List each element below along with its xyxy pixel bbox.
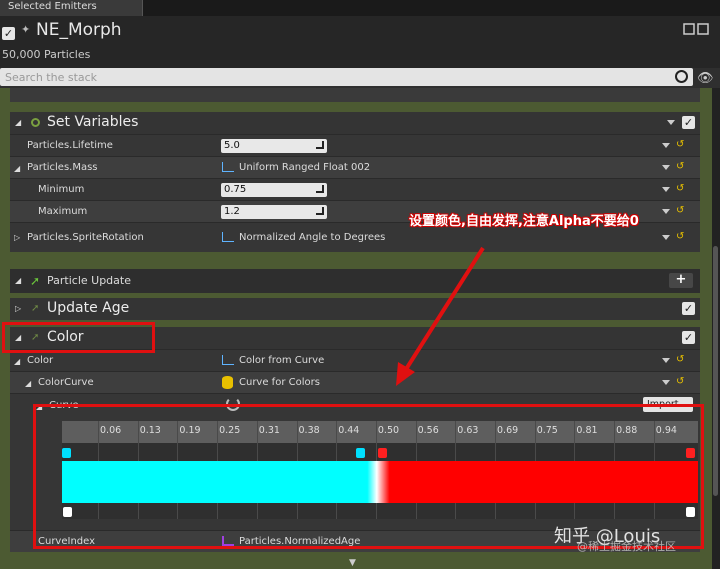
curve-icon [222, 232, 234, 242]
dropdown-icon[interactable] [662, 187, 670, 193]
param-label: Color [27, 355, 54, 366]
tab-bar: Selected Emitters [0, 0, 720, 16]
set-variables-title: Set Variables [47, 114, 139, 130]
param-value[interactable]: Curve for Colors [239, 377, 320, 388]
reset-icon[interactable]: ↺ [676, 206, 686, 216]
expand-triangle-icon[interactable]: ◢ [14, 164, 20, 173]
expand-arrow-icon [316, 207, 324, 215]
annotation-arrow [396, 246, 485, 386]
param-row-lifetime: Particles.Lifetime 5.0 ↺ [10, 134, 700, 156]
param-label: Particles.Mass [27, 162, 98, 173]
emitter-enabled-checkbox[interactable]: ✓ [2, 27, 15, 40]
dropdown-icon[interactable] [662, 235, 670, 241]
reset-icon[interactable]: ↺ [676, 140, 686, 150]
dropdown-icon[interactable] [662, 358, 670, 364]
annotation-text: 设置颜色,自由发挥,注意Alpha不要给0 [409, 214, 639, 229]
expand-triangle-icon[interactable]: ◢ [15, 118, 21, 127]
collapsed-triangle-icon[interactable]: ▷ [15, 304, 21, 313]
set-variables-checkbox[interactable]: ✓ [682, 116, 695, 129]
update-age-checkbox[interactable]: ✓ [682, 302, 695, 315]
more-chevron-icon[interactable]: ▼ [349, 558, 356, 568]
database-icon [222, 376, 233, 389]
param-value[interactable]: Uniform Ranged Float 002 [239, 162, 370, 173]
search-input[interactable]: Search the stack [0, 68, 693, 86]
collapsed-triangle-icon[interactable]: ▷ [14, 233, 20, 242]
previous-module-footer [10, 88, 700, 102]
set-variables-header[interactable]: ◢ Set Variables ✓ [10, 112, 700, 134]
particle-update-header[interactable]: ◢ ➚ Particle Update + [10, 269, 700, 293]
maximum-field[interactable]: 1.2 [221, 205, 327, 219]
color-checkbox[interactable]: ✓ [682, 331, 695, 344]
expand-triangle-icon[interactable]: ◢ [14, 357, 20, 366]
update-age-title: Update Age [47, 300, 130, 316]
particle-count: 50,000 Particles [2, 48, 91, 61]
curve-icon [222, 355, 234, 365]
param-label: Minimum [38, 184, 85, 195]
param-value[interactable]: Normalized Angle to Degrees [239, 232, 385, 243]
param-row-colorcurve: ◢ ColorCurve Curve for Colors ↺ [10, 371, 700, 393]
dropdown-icon[interactable] [667, 120, 675, 126]
particle-update-title: Particle Update [47, 274, 131, 287]
expand-triangle-icon[interactable]: ◢ [15, 276, 21, 285]
search-icon[interactable] [675, 70, 688, 83]
field-value: 1.2 [224, 206, 240, 217]
reset-icon[interactable]: ↺ [676, 355, 686, 365]
tab-selected-emitters[interactable]: Selected Emitters [0, 0, 143, 16]
module-icon [31, 118, 40, 127]
param-label: Maximum [38, 206, 88, 217]
scrollbar[interactable] [712, 88, 720, 569]
update-age-header[interactable]: ▷ ➚ Update Age ✓ [10, 298, 700, 320]
expand-arrow-icon [316, 185, 324, 193]
param-label: Particles.SpriteRotation [27, 232, 144, 243]
dropdown-icon[interactable] [662, 165, 670, 171]
param-value[interactable]: Color from Curve [239, 355, 324, 366]
reset-icon[interactable]: ↺ [676, 232, 686, 242]
field-value: 5.0 [224, 140, 240, 151]
minimum-field[interactable]: 0.75 [221, 183, 327, 197]
emitter-header: ✓ ✦ NE_Morph 50,000 Particles [0, 16, 720, 68]
field-value: 0.75 [224, 184, 247, 195]
expand-triangle-icon[interactable]: ◢ [25, 379, 31, 388]
dropdown-icon[interactable] [662, 380, 670, 386]
scroll-thumb[interactable] [713, 246, 718, 496]
dropdown-icon[interactable] [662, 143, 670, 149]
add-module-button[interactable]: + [669, 273, 693, 288]
expand-arrow-icon [316, 141, 324, 149]
module-icon: ➚ [31, 303, 40, 314]
reset-icon[interactable]: ↺ [676, 184, 686, 194]
lifetime-field[interactable]: 5.0 [221, 139, 327, 153]
reset-icon[interactable]: ↺ [676, 377, 686, 387]
param-row-minimum: Minimum 0.75 ↺ [10, 178, 700, 200]
param-row-mass: ◢ Particles.Mass Uniform Ranged Float 00… [10, 156, 700, 178]
param-label: ColorCurve [38, 377, 94, 388]
eye-icon[interactable]: 👁 [697, 71, 714, 86]
watermark-juejin: @稀土掘金技术社区 [577, 540, 676, 553]
dropdown-icon[interactable] [662, 209, 670, 215]
param-label: Particles.Lifetime [27, 140, 113, 151]
search-placeholder: Search the stack [5, 71, 98, 84]
pin-icon[interactable]: ✦ [21, 23, 30, 36]
header-icons [682, 22, 712, 36]
curve-icon [222, 162, 234, 172]
collapse-icon[interactable] [682, 22, 712, 36]
highlight-color-module [2, 322, 155, 353]
emitter-name: NE_Morph [36, 20, 122, 40]
reset-icon[interactable]: ↺ [676, 162, 686, 172]
stage-icon: ➚ [30, 274, 41, 288]
